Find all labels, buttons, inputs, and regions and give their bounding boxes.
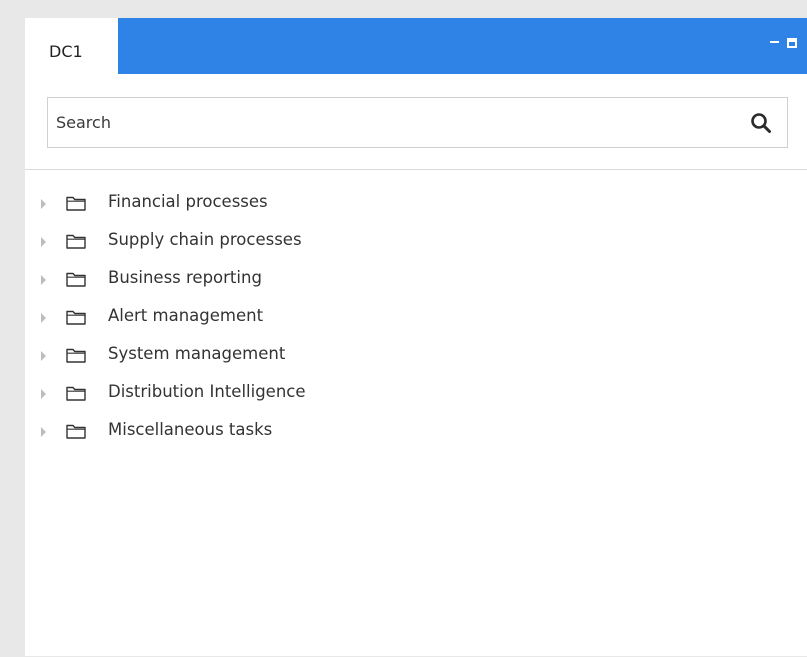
divider (25, 169, 807, 170)
minimize-icon[interactable] (770, 38, 780, 48)
folder-icon (66, 196, 86, 211)
tree-item-miscellaneous-tasks[interactable]: Miscellaneous tasks (25, 416, 445, 454)
expand-arrow-icon[interactable] (41, 389, 46, 399)
expand-arrow-icon[interactable] (41, 275, 46, 285)
expand-arrow-icon[interactable] (41, 351, 46, 361)
expand-arrow-icon[interactable] (41, 427, 46, 437)
navigation-tree: Financial processes Supply chain process… (25, 188, 445, 454)
tree-item-label: Miscellaneous tasks (108, 420, 273, 439)
tab-label: DC1 (49, 42, 83, 61)
workspace-panel: DC1 Financial processes Supply ch (25, 18, 807, 656)
expand-arrow-icon[interactable] (41, 199, 46, 209)
expand-arrow-icon[interactable] (41, 313, 46, 323)
tree-item-label: Alert management (108, 306, 264, 325)
tree-item-alert-management[interactable]: Alert management (25, 302, 445, 340)
tree-item-label: Supply chain processes (108, 230, 302, 249)
search-icon[interactable] (750, 112, 772, 134)
tree-item-label: System management (108, 344, 286, 363)
tree-item-supply-chain-processes[interactable]: Supply chain processes (25, 226, 445, 264)
search-input[interactable] (56, 107, 736, 137)
maximize-icon[interactable] (787, 38, 797, 48)
folder-icon (66, 386, 86, 401)
tree-item-label: Financial processes (108, 192, 268, 211)
tab-dc1[interactable]: DC1 (25, 18, 118, 74)
folder-icon (66, 348, 86, 363)
tree-item-system-management[interactable]: System management (25, 340, 445, 378)
folder-icon (66, 424, 86, 439)
tree-item-financial-processes[interactable]: Financial processes (25, 188, 445, 226)
folder-icon (66, 234, 86, 249)
folder-icon (66, 310, 86, 325)
search-box (47, 97, 788, 148)
panel-header-bar: DC1 (25, 18, 807, 74)
tree-item-label: Business reporting (108, 268, 262, 287)
tree-item-label: Distribution Intelligence (108, 382, 306, 401)
tree-item-distribution-intelligence[interactable]: Distribution Intelligence (25, 378, 445, 416)
folder-icon (66, 272, 86, 287)
expand-arrow-icon[interactable] (41, 237, 46, 247)
tree-item-business-reporting[interactable]: Business reporting (25, 264, 445, 302)
